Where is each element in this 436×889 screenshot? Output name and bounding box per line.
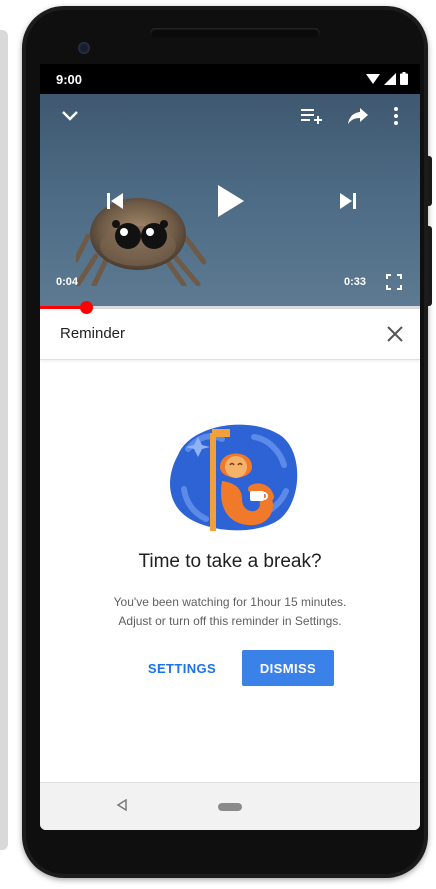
collapse-chevron-icon[interactable] xyxy=(56,102,84,130)
system-nav-bar xyxy=(40,782,420,830)
earpiece-speaker xyxy=(150,28,320,38)
current-time: 0:04 xyxy=(56,276,79,288)
battery-icon xyxy=(400,72,408,85)
power-button xyxy=(428,156,432,206)
video-frame-spider xyxy=(76,198,206,286)
adjacent-device-edge xyxy=(0,30,8,850)
status-time: 9:00 xyxy=(56,72,83,87)
home-pill-icon[interactable] xyxy=(218,803,242,811)
status-icons xyxy=(366,72,408,85)
video-player[interactable]: 0:04 0:33 xyxy=(40,94,420,306)
play-icon[interactable] xyxy=(212,182,250,220)
volume-button xyxy=(428,226,432,306)
cell-signal-icon xyxy=(384,72,396,85)
front-camera xyxy=(78,42,90,54)
video-duration: 0:33 xyxy=(344,276,367,288)
wifi-icon xyxy=(366,73,380,84)
break-message-line2: Adjust or turn off this reminder in Sett… xyxy=(118,614,342,628)
break-message-line1: You've been watching for 1hour 15 minute… xyxy=(113,595,347,609)
share-icon[interactable] xyxy=(344,102,372,130)
status-bar: 9:00 xyxy=(40,64,420,94)
break-heading: Time to take a break? xyxy=(138,551,322,572)
phone-screen: 9:00 0:04 0:33 Reminder Time to take a b… xyxy=(40,64,420,830)
break-illustration xyxy=(170,424,298,531)
next-icon[interactable] xyxy=(333,186,363,216)
reminder-title: Reminder xyxy=(60,325,126,342)
close-icon[interactable] xyxy=(382,321,408,347)
add-to-queue-icon[interactable] xyxy=(298,102,326,130)
previous-icon[interactable] xyxy=(100,186,130,216)
more-vert-icon[interactable] xyxy=(382,102,410,130)
reminder-header: Reminder xyxy=(40,309,420,360)
settings-button[interactable]: SETTINGS xyxy=(134,650,230,686)
back-icon[interactable] xyxy=(116,799,128,811)
fullscreen-icon[interactable] xyxy=(382,270,406,294)
dismiss-button[interactable]: DISMISS xyxy=(242,650,334,686)
